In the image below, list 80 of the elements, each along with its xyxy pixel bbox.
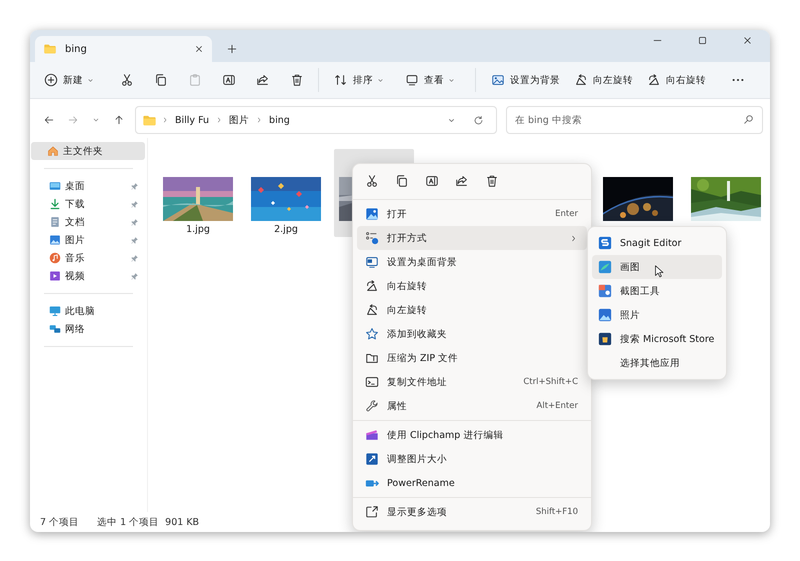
sidebar-item[interactable]: 桌面 xyxy=(31,177,145,195)
menu-label: 压缩为 ZIP 文件 xyxy=(387,352,460,364)
file-name: 1.jpg xyxy=(186,224,210,235)
menu-item[interactable]: 压缩为 ZIP 文件 xyxy=(357,346,587,370)
sidebar-item[interactable]: 文档 xyxy=(31,213,145,231)
toolbar-button[interactable]: 向左旋转 xyxy=(569,69,638,91)
menu-item[interactable]: 属性 Alt+Enter xyxy=(357,394,587,418)
toolbar-menu-button[interactable]: 排序 xyxy=(329,69,390,91)
breadcrumb[interactable]: Billy Fu xyxy=(173,114,212,126)
menu-label: 向左旋转 xyxy=(387,304,428,316)
menu-item[interactable]: 向左旋转 xyxy=(357,298,587,322)
menu-label: 复制文件地址 xyxy=(387,376,448,388)
menu-item[interactable]: 选择其他应用 xyxy=(592,351,722,375)
menu-item[interactable]: 向右旋转 xyxy=(357,274,587,298)
file-name: 2.jpg xyxy=(274,224,298,235)
sidebar-item[interactable]: 图片 xyxy=(31,231,145,249)
menu-label: 属性 xyxy=(387,400,408,412)
file-item[interactable]: 1.jpg xyxy=(158,149,238,237)
shortcut-text: Shift+F10 xyxy=(536,507,578,517)
item-count: 7 个项目 xyxy=(40,516,80,528)
menu-label: 向右旋转 xyxy=(387,280,428,292)
menu-label: 使用 Clipchamp 进行编辑 xyxy=(387,428,504,442)
sidebar-label: 下载 xyxy=(65,198,86,210)
menu-label: 设置为桌面背景 xyxy=(387,256,458,268)
tab-title: bing xyxy=(65,44,88,54)
shortcut-text: Ctrl+Shift+C xyxy=(523,377,578,387)
menu-item[interactable]: 照片 xyxy=(592,303,722,327)
menu-item[interactable]: 使用 Clipchamp 进行编辑 xyxy=(357,423,587,447)
toolbar-menu-button[interactable]: 查看 xyxy=(400,69,461,91)
breadcrumb[interactable]: 图片 xyxy=(227,114,252,126)
toolbar-button[interactable]: 向右旋转 xyxy=(642,69,711,91)
sidebar-label: 桌面 xyxy=(65,180,86,192)
menu-item[interactable]: 打开 Enter xyxy=(357,202,587,226)
shortcut-text: Enter xyxy=(555,209,578,219)
sidebar-item[interactable]: 网络 xyxy=(31,320,145,338)
menu-item[interactable]: PowerRename xyxy=(357,471,587,495)
sidebar-item[interactable]: 音乐 xyxy=(31,249,145,267)
sidebar-label: 此电脑 xyxy=(65,304,96,318)
menu-item[interactable]: 截图工具 xyxy=(592,279,722,303)
menu-label: 显示更多选项 xyxy=(387,506,448,518)
sidebar-item[interactable]: 视频 xyxy=(31,267,145,285)
sidebar-label: 网络 xyxy=(65,322,86,336)
menu-item[interactable]: 搜索 Microsoft Store xyxy=(592,327,722,351)
sidebar-item[interactable]: 主文件夹 xyxy=(31,142,145,160)
sidebar-label: 图片 xyxy=(65,234,86,246)
menu-label: 搜索 Microsoft Store xyxy=(620,332,714,346)
menu-label: 打开方式 xyxy=(387,232,428,244)
sidebar-item[interactable]: 此电脑 xyxy=(31,302,145,320)
menu-label: 画图 xyxy=(620,260,640,274)
menu-item[interactable]: 画图 xyxy=(592,255,722,279)
search-field[interactable]: 在 bing 中搜索 xyxy=(506,106,763,134)
sidebar-label: 视频 xyxy=(65,270,86,282)
menu-item[interactable]: 设置为桌面背景 xyxy=(357,250,587,274)
file-item[interactable]: 2.jpg xyxy=(246,149,326,237)
menu-label: 选择其他应用 xyxy=(620,356,680,370)
sidebar-label: 音乐 xyxy=(65,252,86,264)
menu-item[interactable]: 打开方式 xyxy=(357,226,587,250)
sidebar-item[interactable]: 下载 xyxy=(31,195,145,213)
menu-label: Snagit Editor xyxy=(620,238,682,248)
selection-size: 901 KB xyxy=(165,516,200,528)
toolbar-menu-button[interactable]: 新建 xyxy=(39,69,100,91)
menu-label: 打开 xyxy=(387,208,408,220)
menu-label: 添加到收藏夹 xyxy=(387,328,448,340)
menu-label: PowerRename xyxy=(387,478,456,488)
shortcut-text: Alt+Enter xyxy=(536,401,578,411)
menu-item[interactable]: Snagit Editor xyxy=(592,231,722,255)
breadcrumb[interactable]: bing xyxy=(267,114,292,126)
menu-label: 照片 xyxy=(620,308,640,322)
menu-item[interactable]: 添加到收藏夹 xyxy=(357,322,587,346)
selection-count: 选中 1 个项目 xyxy=(97,516,160,528)
menu-label: 调整图片大小 xyxy=(387,452,448,466)
sidebar-label: 主文件夹 xyxy=(63,144,104,158)
menu-item[interactable]: 调整图片大小 xyxy=(357,447,587,471)
menu-label: 截图工具 xyxy=(620,284,660,298)
menu-item[interactable]: 显示更多选项 Shift+F10 xyxy=(357,500,587,524)
sidebar-label: 文档 xyxy=(65,216,86,228)
menu-item[interactable]: 复制文件地址 Ctrl+Shift+C xyxy=(357,370,587,394)
tab[interactable]: bing xyxy=(35,36,212,62)
toolbar-button[interactable]: 设置为背景 xyxy=(486,69,565,91)
address-bar[interactable]: Billy Fu 图片 bing xyxy=(135,106,497,134)
